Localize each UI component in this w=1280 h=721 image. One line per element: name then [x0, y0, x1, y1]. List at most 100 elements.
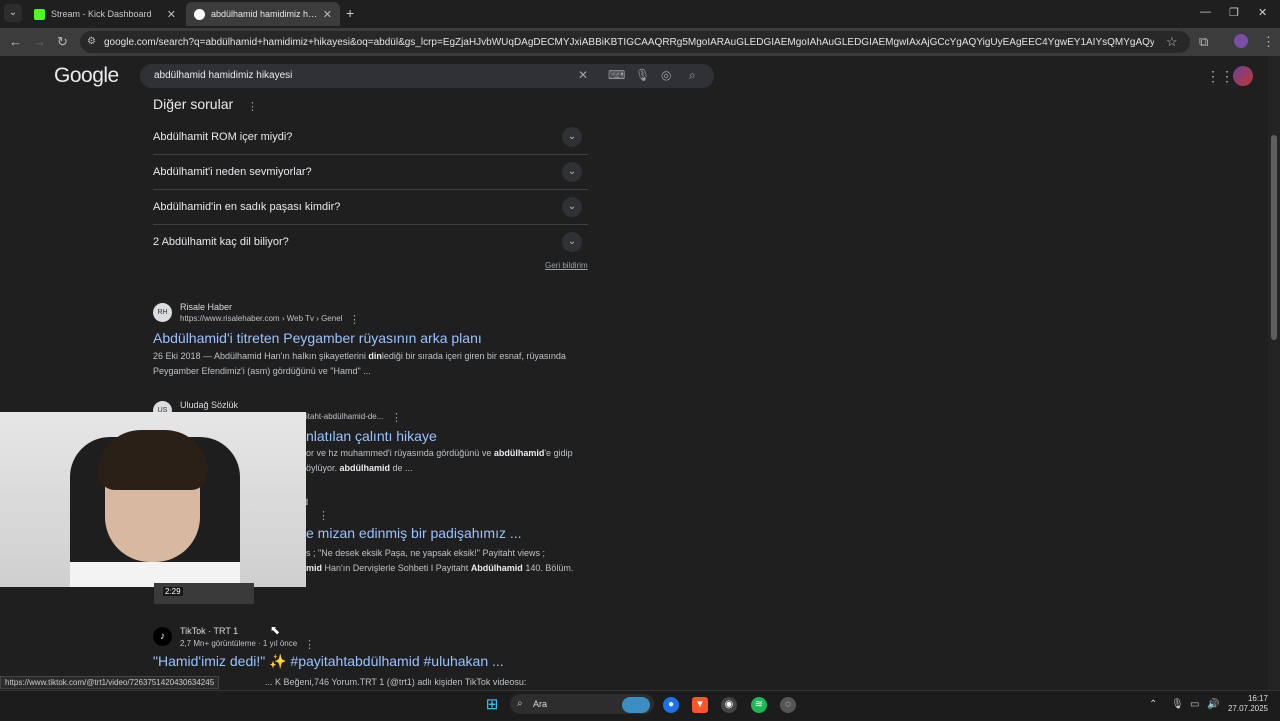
microphone-icon[interactable]: 🎙	[635, 68, 650, 82]
tab-title: Stream - Kick Dashboard	[51, 9, 152, 19]
menu-kebab-icon[interactable]: ⋮	[1262, 34, 1275, 50]
snippet-text: Han'ın Dervişlerle Sohbeti I Payitaht	[322, 563, 471, 573]
search-query: abdülhamid hamidimiz hikayesi	[154, 70, 293, 81]
chevron-down-icon[interactable]: ⌄	[562, 232, 582, 252]
close-window-icon[interactable]: ✕	[1258, 6, 1267, 19]
feedback-link[interactable]: Geri bildirim	[545, 261, 588, 270]
paa-question-text: Abdülhamit'i neden sevmiyorlar?	[153, 166, 312, 178]
app-icon[interactable]: ◌	[780, 697, 796, 713]
result-snippet: or ve hz muhammed'i rüyasında gördüğünü …	[306, 446, 596, 476]
windows-start-icon[interactable]: ⊞	[484, 697, 500, 713]
clear-search-icon[interactable]: ✕	[578, 68, 588, 82]
tray-overflow-icon[interactable]: ⌃	[1149, 699, 1157, 710]
forward-icon[interactable]: →	[33, 34, 46, 49]
result-more-icon[interactable]: ⋮	[349, 313, 360, 326]
google-apps-icon[interactable]: ⋮⋮	[1206, 68, 1234, 85]
result-title-link[interactable]: nlatılan çalıntı hikaye	[306, 428, 437, 444]
snippet-bold: Abdülhamid	[470, 563, 523, 573]
snippet-text: 'e gidip	[544, 448, 573, 458]
result-site-name[interactable]: Uludağ Sözlük	[180, 400, 238, 410]
network-icon[interactable]: ▭	[1190, 699, 1199, 710]
paa-question-text: 2 Abdülhamit kaç dil biliyor?	[153, 236, 289, 248]
paa-question-text: Abdülhamid'in en sadık paşası kimdir?	[153, 201, 341, 213]
snippet-text: or ve hz muhammed'i rüyasında gördüğünü …	[306, 448, 494, 458]
result-more-icon[interactable]: ⋮	[391, 411, 402, 424]
paa-question-text: Abdülhamit ROM içer miydi?	[153, 131, 293, 143]
scrollbar-thumb[interactable]	[1271, 135, 1277, 340]
result-site-url[interactable]: https://www.risalehaber.com › Web Tv › G…	[180, 314, 342, 323]
extensions-icon[interactable]: ⧉	[1199, 34, 1208, 50]
volume-icon[interactable]: 🔊	[1207, 699, 1219, 710]
tab-google-search[interactable]: abdülhamid hamidimiz hikayesi ✕	[186, 2, 340, 26]
paa-question[interactable]: Abdülhamit'i neden sevmiyorlar? ⌄	[153, 154, 588, 190]
risale-haber-icon[interactable]: RH	[153, 303, 172, 322]
result-snippet: s ; "Ne desek eksik Paşa, ne yapsak eksi…	[306, 546, 596, 576]
webcam-overlay	[0, 412, 306, 587]
search-highlight-icon	[622, 697, 650, 713]
paa-question[interactable]: 2 Abdülhamit kaç dil biliyor? ⌄	[153, 224, 588, 259]
result-snippet: ... K Beğeni,746 Yorum.TRT 1 (@trt1) adl…	[265, 677, 527, 687]
bookmark-star-icon[interactable]: ☆	[1166, 34, 1178, 50]
search-icon: ⌕	[517, 698, 523, 709]
mouse-cursor-icon: ⬉	[270, 623, 281, 637]
status-url-bar: https://www.tiktok.com/@trt1/video/72637…	[0, 676, 220, 689]
result-site-name[interactable]: Risale Haber	[180, 302, 232, 312]
result-meta: 2,7 Mn+ görüntüleme · 1 yıl önce	[180, 639, 298, 648]
result-title-link[interactable]: "Hamid'imiz dedi!" ✨ #payitahtabdülhamid…	[153, 653, 504, 670]
close-tab-icon[interactable]: ✕	[167, 8, 176, 21]
snippet-bold: mid	[306, 563, 323, 573]
snippet-bold: din	[368, 351, 382, 361]
keyboard-icon[interactable]: ⌨	[608, 68, 625, 82]
paa-more-icon[interactable]: ⋮	[247, 100, 258, 113]
snippet-text: öylüyor.	[306, 463, 340, 473]
back-icon[interactable]: ←	[9, 34, 22, 49]
google-icon	[194, 8, 205, 20]
paa-title: Diğer sorular	[153, 96, 234, 112]
profile-avatar[interactable]	[1234, 34, 1248, 48]
spotify-icon[interactable]: ≋	[751, 697, 767, 713]
webcam-hair	[98, 430, 208, 490]
video-duration: 2:29	[163, 587, 183, 596]
chrome-icon[interactable]: ●	[663, 697, 679, 713]
paa-question[interactable]: Abdülhamid'in en sadık paşası kimdir? ⌄	[153, 189, 588, 225]
chevron-down-icon[interactable]: ⌄	[562, 197, 582, 217]
search-icon[interactable]: ⌕	[689, 68, 696, 83]
result-more-icon[interactable]: ⋮	[318, 509, 329, 522]
address-url: google.com/search?q=abdülhamid+hamidimiz…	[104, 37, 1154, 48]
result-title-link[interactable]: e mizan edinmiş bir padişahımız ...	[306, 525, 522, 541]
tab-title: abdülhamid hamidimiz hikayesi	[211, 9, 319, 19]
clock-date: 27.07.2025	[1227, 704, 1268, 713]
snippet-text: s ; "Ne desek eksik Paşa, ne yapsak eksi…	[306, 548, 545, 558]
minimize-icon[interactable]: —	[1200, 6, 1211, 18]
obs-icon[interactable]: ◉	[721, 697, 737, 713]
google-logo[interactable]: Google	[54, 64, 119, 88]
result-title-link[interactable]: Abdülhamid'i titreten Peygamber rüyasını…	[153, 330, 482, 346]
new-tab-icon[interactable]: +	[346, 5, 354, 21]
snippet-text: 26 Eki 2018 — Abdülhamid Han'ın halkın ş…	[153, 351, 369, 361]
result-snippet: 26 Eki 2018 — Abdülhamid Han'ın halkın ş…	[153, 349, 593, 379]
reload-icon[interactable]: ↻	[57, 34, 68, 50]
taskbar-clock[interactable]: 16:17 27.07.2025	[1222, 694, 1268, 714]
paa-question[interactable]: Abdülhamit ROM içer miydi? ⌄	[153, 119, 588, 155]
chevron-down-icon[interactable]: ⌄	[562, 162, 582, 182]
tiktok-icon[interactable]: ♪	[153, 627, 172, 646]
microphone-tray-icon[interactable]: 🎙	[1171, 699, 1184, 710]
snippet-text: Peygamber Efendimiz'i (asm) gördüğünü ve…	[153, 366, 371, 376]
snippet-bold: abdülhamid	[339, 463, 391, 473]
snippet-text: lediği bir sırada içeri giren bir esnaf,…	[381, 351, 566, 361]
account-avatar[interactable]	[1233, 66, 1253, 86]
site-info-icon[interactable]: ⚙	[87, 36, 96, 47]
result-site-name[interactable]: TikTok · TRT 1	[180, 626, 238, 636]
snippet-text: de ...	[390, 463, 413, 473]
snippet-bold: abdülhamid	[493, 448, 545, 458]
result-site-url[interactable]: itaht-abdülhamid-de...	[306, 412, 383, 421]
tab-search-icon[interactable]: ⌄	[4, 4, 22, 22]
lens-icon[interactable]: ◎	[661, 68, 671, 82]
restore-icon[interactable]: ❐	[1229, 6, 1239, 19]
close-tab-icon[interactable]: ✕	[323, 8, 332, 21]
tab-kick-dashboard[interactable]: Stream - Kick Dashboard ✕	[26, 2, 184, 26]
result-more-icon[interactable]: ⋮	[304, 638, 315, 651]
brave-icon[interactable]: ▼	[692, 697, 708, 713]
chevron-down-icon[interactable]: ⌄	[562, 127, 582, 147]
snippet-text: 140. Bölüm.	[522, 563, 574, 573]
